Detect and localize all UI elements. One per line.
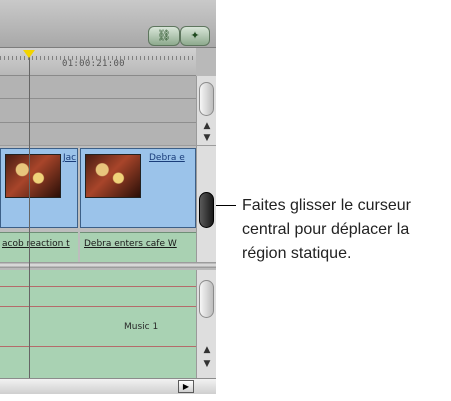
upper-vertical-scrollbar[interactable]: ▲ ▼	[196, 76, 216, 146]
annotation-text: Faites glisser le curseur central pour d…	[242, 197, 411, 262]
audio-clip-jacob[interactable]: acob reaction t	[0, 232, 78, 262]
timeline-toolbar: ⛓ ✦	[0, 0, 216, 48]
audio-clip-label: Debra enters cafe W	[84, 239, 177, 249]
ruler-timecode: 01:00:21:00	[62, 59, 125, 69]
clip-name: Debra e	[149, 153, 185, 163]
arrow-up-icon[interactable]: ▲	[200, 344, 214, 356]
arrow-down-icon[interactable]: ▼	[200, 132, 214, 144]
link-icon: ⛓	[157, 29, 171, 42]
center-slider-thumb[interactable]	[199, 192, 214, 228]
arrow-right-icon[interactable]: ▶	[178, 380, 194, 393]
playhead-icon[interactable]	[23, 50, 35, 58]
timeline-window: ⛓ ✦ 01:00:21:00 ▲ ▼ Jac Debra e acob rea…	[0, 0, 216, 394]
lower-vertical-scrollbar[interactable]: ▲ ▼	[196, 270, 216, 378]
snap-icon: ✦	[190, 29, 200, 42]
arrow-up-icon[interactable]: ▲	[200, 120, 214, 132]
center-vertical-scrollbar[interactable]	[196, 146, 216, 264]
callout-line	[216, 205, 236, 206]
clip-thumbnail	[85, 154, 141, 198]
clip-jacob-reaction[interactable]: Jac	[0, 148, 78, 228]
snapping-button[interactable]: ✦	[180, 26, 210, 46]
static-region-divider-bottom[interactable]	[0, 262, 216, 268]
upper-scroll-thumb[interactable]	[199, 82, 214, 116]
playhead-line[interactable]	[29, 54, 30, 378]
arrow-down-icon[interactable]: ▼	[200, 358, 214, 370]
audio-clip-label: acob reaction t	[2, 239, 70, 249]
audio-track-label: Music 1	[124, 322, 159, 332]
audio-clip-debra[interactable]: Debra enters cafe W	[80, 232, 196, 262]
clip-debra-enters[interactable]: Debra e	[80, 148, 196, 228]
horizontal-scrollbar[interactable]: ▶	[0, 378, 216, 394]
clip-name: Jac	[63, 153, 77, 163]
linking-button[interactable]: ⛓	[148, 26, 180, 46]
lower-scroll-thumb[interactable]	[199, 280, 214, 318]
clip-thumbnail	[5, 154, 61, 198]
